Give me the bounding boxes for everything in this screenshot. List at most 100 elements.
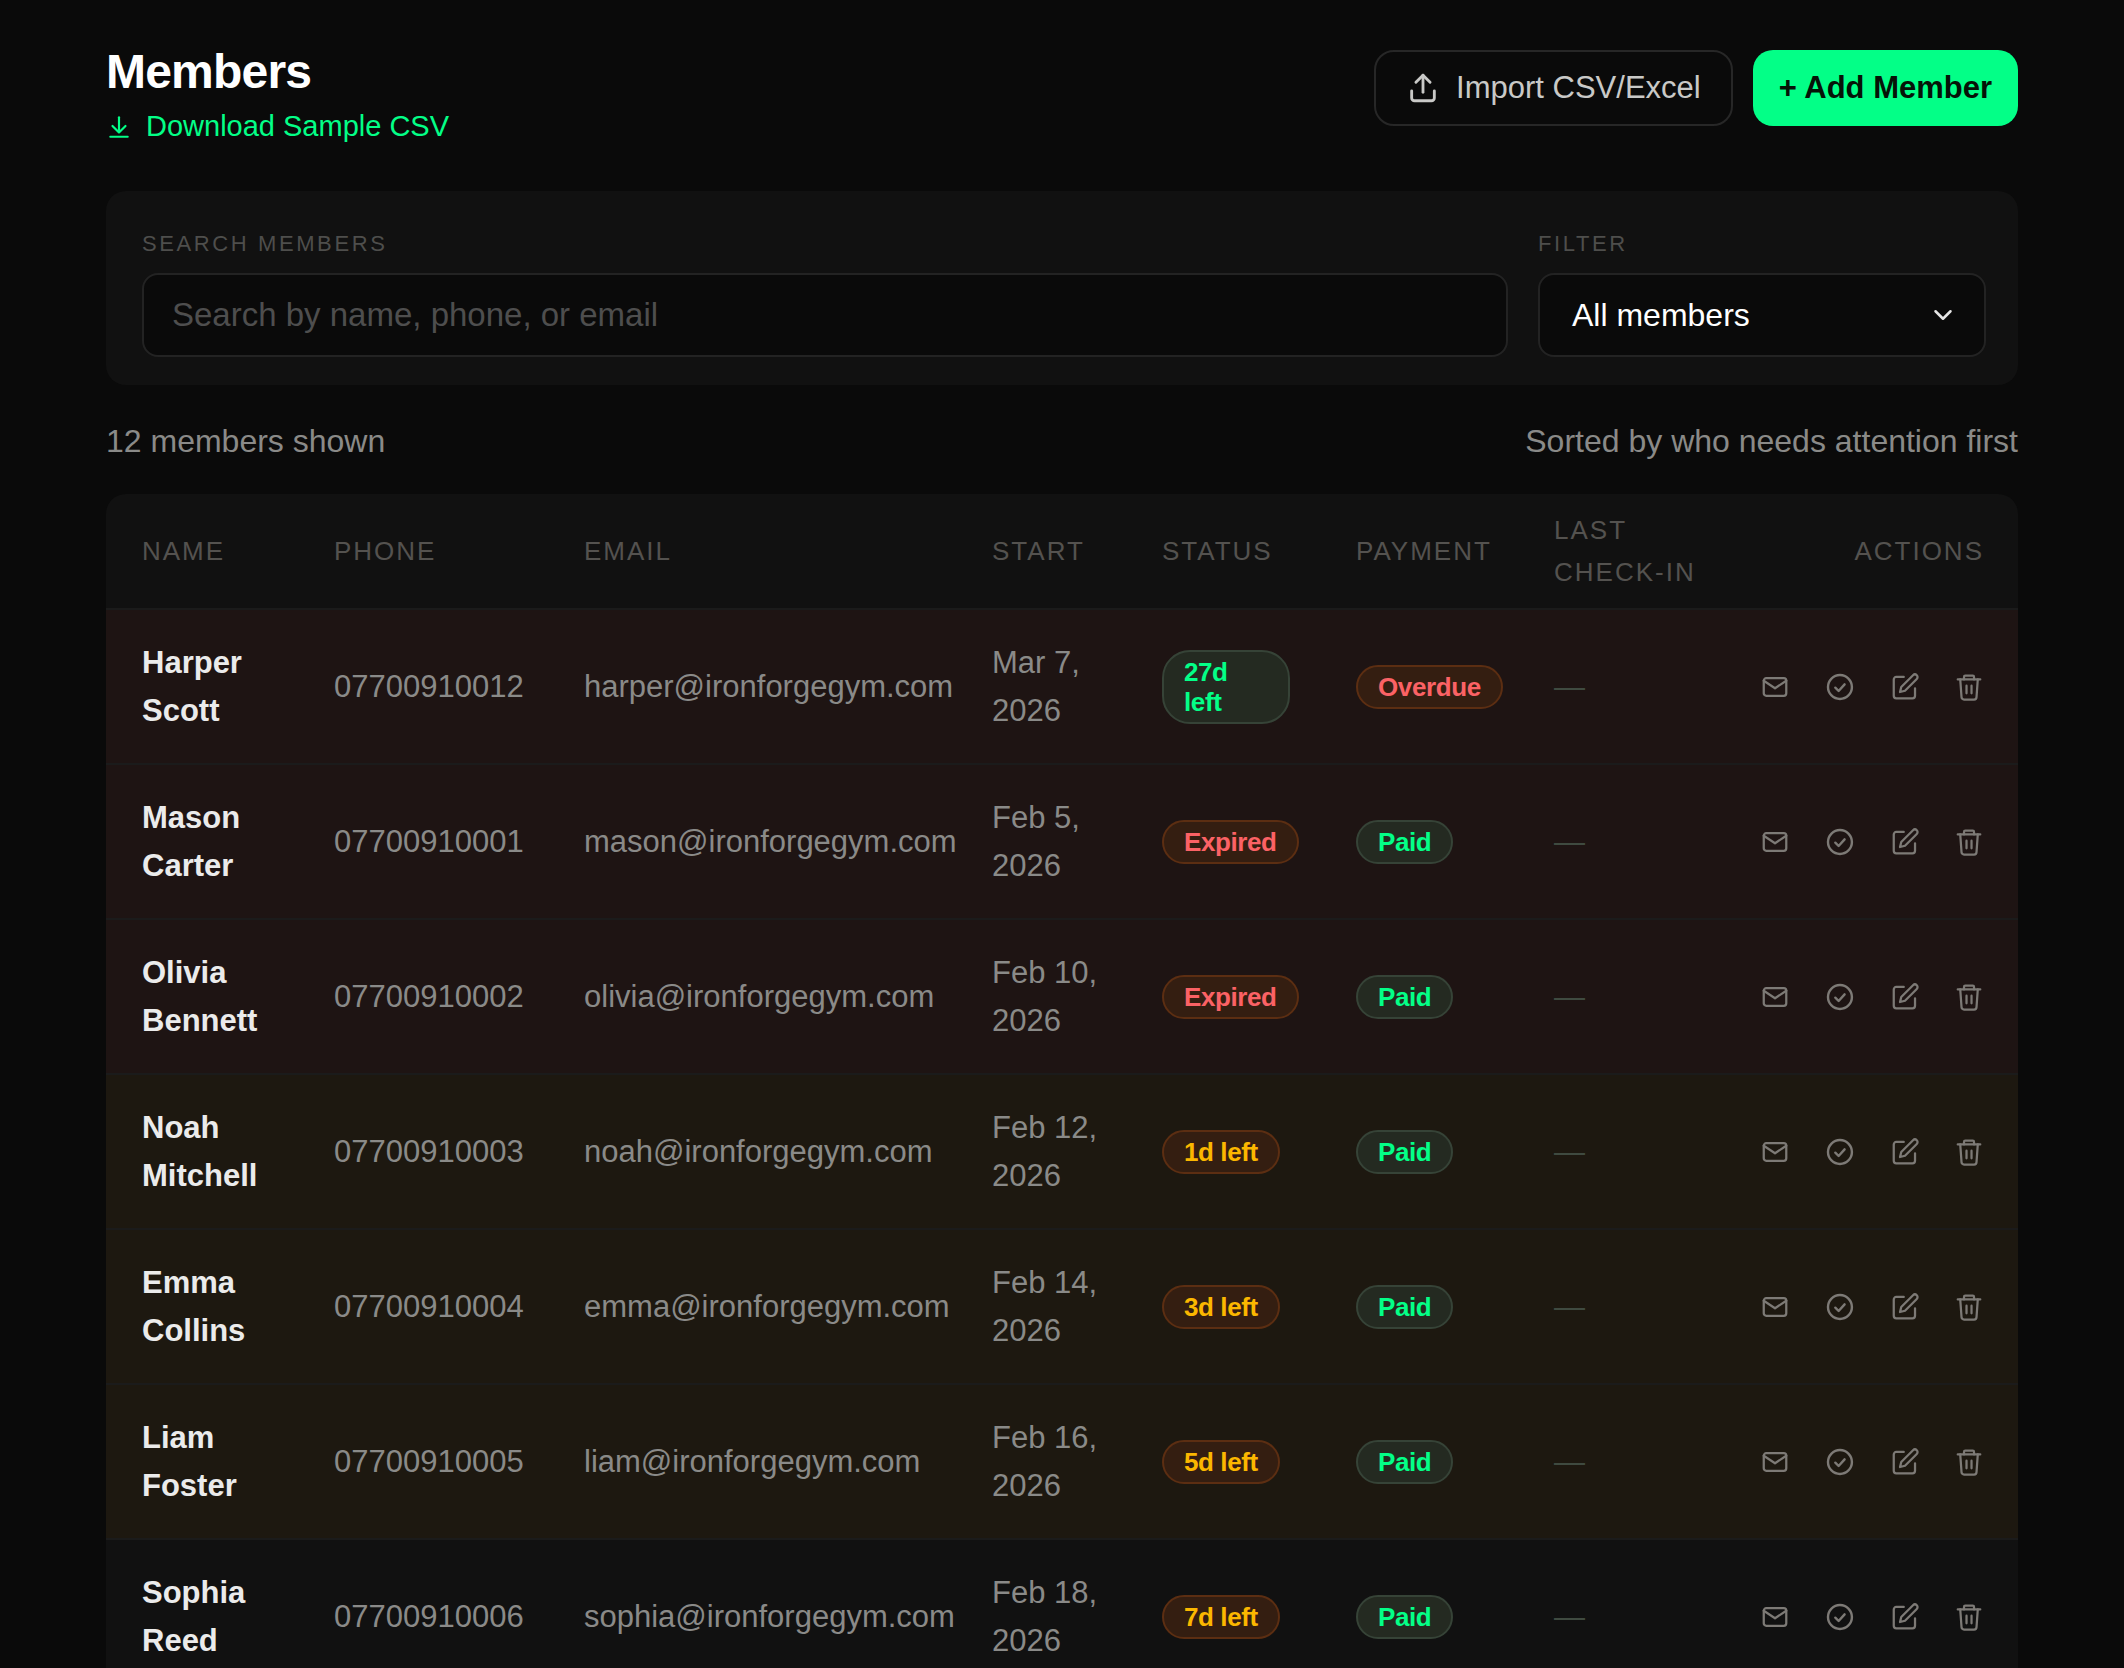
member-name: Harper Scott [106,609,334,764]
filter-label: FILTER [1538,231,1986,257]
page-header: Members Download Sample CSV Import CSV/E… [106,44,2018,143]
member-name: Mason Carter [106,764,334,919]
table-row: Liam Foster 07700910005 liam@ironforgegy… [106,1384,2018,1539]
sort-note: Sorted by who needs attention first [1525,423,2018,460]
page-title: Members [106,44,449,100]
member-phone: 07700910001 [334,764,584,919]
col-payment: PAYMENT [1356,494,1554,609]
edit-action-icon[interactable] [1890,671,1920,703]
check-in-action-icon[interactable] [1824,1600,1856,1634]
upload-icon [1406,71,1440,105]
download-icon [106,114,132,140]
delete-action-icon[interactable] [1954,1136,1984,1168]
edit-action-icon[interactable] [1890,1446,1920,1478]
delete-action-icon[interactable] [1954,826,1984,858]
last-checkin-value: — [1554,979,1585,1014]
chevron-down-icon [1928,300,1958,330]
last-checkin-value: — [1554,1134,1585,1169]
edit-action-icon[interactable] [1890,981,1920,1013]
edit-action-icon[interactable] [1890,1291,1920,1323]
email-action-icon[interactable] [1760,1446,1790,1478]
search-label: SEARCH MEMBERS [142,231,1508,257]
payment-badge: Overdue [1356,665,1503,709]
member-phone: 07700910012 [334,609,584,764]
table-row: Emma Collins 07700910004 emma@ironforgeg… [106,1229,2018,1384]
member-phone: 07700910002 [334,919,584,1074]
member-phone: 07700910004 [334,1229,584,1384]
search-input[interactable] [142,273,1508,357]
email-action-icon[interactable] [1760,1291,1790,1323]
check-in-action-icon[interactable] [1824,1290,1856,1324]
member-start-date: Feb 16, 2026 [992,1384,1162,1539]
add-member-button[interactable]: + Add Member [1753,50,2018,126]
col-last-checkin: LAST CHECK-IN [1554,494,1760,609]
email-action-icon[interactable] [1760,1601,1790,1633]
payment-badge: Paid [1356,1130,1453,1174]
email-action-icon[interactable] [1760,1136,1790,1168]
col-name: NAME [106,494,334,609]
edit-action-icon[interactable] [1890,1136,1920,1168]
table-row: Sophia Reed 07700910006 sophia@ironforge… [106,1539,2018,1668]
member-email: olivia@ironforgegym.com [584,919,992,1074]
member-phone: 07700910003 [334,1074,584,1229]
member-email: emma@ironforgegym.com [584,1229,992,1384]
search-panel: SEARCH MEMBERS FILTER All members [106,191,2018,385]
edit-action-icon[interactable] [1890,1601,1920,1633]
col-start: START [992,494,1162,609]
last-checkin-value: — [1554,824,1585,859]
col-email: EMAIL [584,494,992,609]
member-name: Liam Foster [106,1384,334,1539]
email-action-icon[interactable] [1760,981,1790,1013]
email-action-icon[interactable] [1760,826,1790,858]
status-badge: 3d left [1162,1285,1280,1329]
payment-badge: Paid [1356,1440,1453,1484]
member-name: Emma Collins [106,1229,334,1384]
member-start-date: Feb 5, 2026 [992,764,1162,919]
member-name: Olivia Bennett [106,919,334,1074]
payment-badge: Paid [1356,975,1453,1019]
member-email: sophia@ironforgegym.com [584,1539,992,1668]
delete-action-icon[interactable] [1954,671,1984,703]
col-phone: PHONE [334,494,584,609]
member-phone: 07700910005 [334,1384,584,1539]
last-checkin-value: — [1554,1289,1585,1324]
members-count: 12 members shown [106,423,385,460]
payment-badge: Paid [1356,1285,1453,1329]
download-sample-csv-link[interactable]: Download Sample CSV [106,110,449,143]
last-checkin-value: — [1554,1444,1585,1479]
edit-action-icon[interactable] [1890,826,1920,858]
delete-action-icon[interactable] [1954,981,1984,1013]
member-start-date: Feb 10, 2026 [992,919,1162,1074]
table-row: Harper Scott 07700910012 harper@ironforg… [106,609,2018,764]
check-in-action-icon[interactable] [1824,825,1856,859]
member-start-date: Feb 12, 2026 [992,1074,1162,1229]
table-row: Mason Carter 07700910001 mason@ironforge… [106,764,2018,919]
table-header-row: NAME PHONE EMAIL START STATUS PAYMENT LA… [106,494,2018,609]
email-action-icon[interactable] [1760,671,1790,703]
status-badge: 5d left [1162,1440,1280,1484]
last-checkin-value: — [1554,669,1585,704]
check-in-action-icon[interactable] [1824,980,1856,1014]
member-email: mason@ironforgegym.com [584,764,992,919]
payment-badge: Paid [1356,820,1453,864]
members-table: NAME PHONE EMAIL START STATUS PAYMENT LA… [106,494,2018,1668]
import-csv-button[interactable]: Import CSV/Excel [1374,50,1733,126]
member-email: harper@ironforgegym.com [584,609,992,764]
check-in-action-icon[interactable] [1824,670,1856,704]
col-actions: ACTIONS [1760,494,2018,609]
member-start-date: Feb 18, 2026 [992,1539,1162,1668]
payment-badge: Paid [1356,1595,1453,1639]
status-badge: Expired [1162,820,1299,864]
member-phone: 07700910006 [334,1539,584,1668]
col-status: STATUS [1162,494,1356,609]
table-row: Olivia Bennett 07700910002 olivia@ironfo… [106,919,2018,1074]
member-email: liam@ironforgegym.com [584,1384,992,1539]
check-in-action-icon[interactable] [1824,1135,1856,1169]
delete-action-icon[interactable] [1954,1601,1984,1633]
check-in-action-icon[interactable] [1824,1445,1856,1479]
delete-action-icon[interactable] [1954,1291,1984,1323]
filter-select[interactable]: All members [1538,273,1986,357]
last-checkin-value: — [1554,1599,1585,1634]
status-badge: 7d left [1162,1595,1280,1639]
delete-action-icon[interactable] [1954,1446,1984,1478]
